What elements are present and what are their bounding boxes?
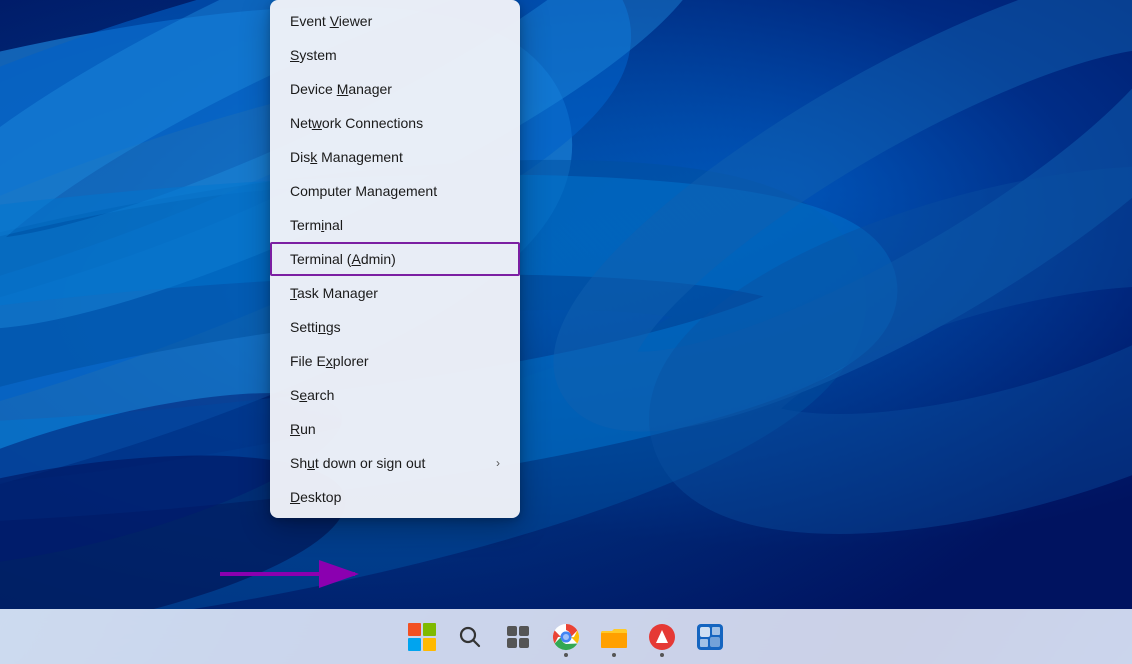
taskbar-widgets-button[interactable] [496, 615, 540, 659]
taskbar [0, 609, 1132, 664]
taskbar-item-dot [564, 653, 568, 657]
start-button[interactable] [400, 615, 444, 659]
menu-item-label: File Explorer [290, 353, 369, 369]
menu-item-system[interactable]: System [270, 38, 520, 72]
app6-icon [696, 623, 724, 651]
menu-item-device-manager[interactable]: Device Manager [270, 72, 520, 106]
taskbar-item-dot [612, 653, 616, 657]
menu-item-label: Settings [290, 319, 341, 335]
taskbar-app5-button[interactable] [640, 615, 684, 659]
menu-item-label: Computer Management [290, 183, 437, 199]
chrome-icon [552, 623, 580, 651]
desktop: Event Viewer System Device Manager Netwo… [0, 0, 1132, 664]
app5-icon [648, 623, 676, 651]
menu-item-run[interactable]: Run [270, 412, 520, 446]
annotation-arrow [210, 544, 370, 604]
menu-item-label: System [290, 47, 337, 63]
menu-item-settings[interactable]: Settings [270, 310, 520, 344]
menu-item-disk-management[interactable]: Disk Management [270, 140, 520, 174]
taskbar-file-explorer-button[interactable] [592, 615, 636, 659]
taskbar-chrome-button[interactable] [544, 615, 588, 659]
menu-item-label: Terminal [290, 217, 343, 233]
arrow-annotation [210, 544, 370, 609]
menu-item-label: Run [290, 421, 316, 437]
menu-item-file-explorer[interactable]: File Explorer [270, 344, 520, 378]
menu-item-desktop[interactable]: Desktop [270, 480, 520, 514]
menu-item-label: Search [290, 387, 334, 403]
menu-item-label: Event Viewer [290, 13, 372, 29]
search-icon [458, 625, 482, 649]
menu-item-shut-down[interactable]: Shut down or sign out › [270, 446, 520, 480]
menu-item-event-viewer[interactable]: Event Viewer [270, 4, 520, 38]
menu-item-label: Desktop [290, 489, 341, 505]
menu-item-terminal[interactable]: Terminal [270, 208, 520, 242]
menu-item-computer-management[interactable]: Computer Management [270, 174, 520, 208]
menu-item-label: Task Manager [290, 285, 378, 301]
windows-logo-icon [408, 623, 436, 651]
menu-item-label: Disk Management [290, 149, 403, 165]
menu-item-search[interactable]: Search [270, 378, 520, 412]
submenu-arrow-icon: › [496, 456, 500, 470]
widgets-icon [505, 624, 531, 650]
menu-item-task-manager[interactable]: Task Manager [270, 276, 520, 310]
menu-item-terminal-admin[interactable]: Terminal (Admin) [270, 242, 520, 276]
taskbar-app6-button[interactable] [688, 615, 732, 659]
context-menu: Event Viewer System Device Manager Netwo… [270, 0, 520, 518]
wallpaper-background [0, 0, 1132, 609]
folder-icon [600, 624, 628, 650]
menu-item-label: Device Manager [290, 81, 392, 97]
menu-item-label: Terminal (Admin) [290, 251, 396, 267]
menu-item-network-connections[interactable]: Network Connections [270, 106, 520, 140]
menu-item-label: Shut down or sign out [290, 455, 425, 471]
menu-item-label: Network Connections [290, 115, 423, 131]
taskbar-search-button[interactable] [448, 615, 492, 659]
taskbar-item-dot [660, 653, 664, 657]
